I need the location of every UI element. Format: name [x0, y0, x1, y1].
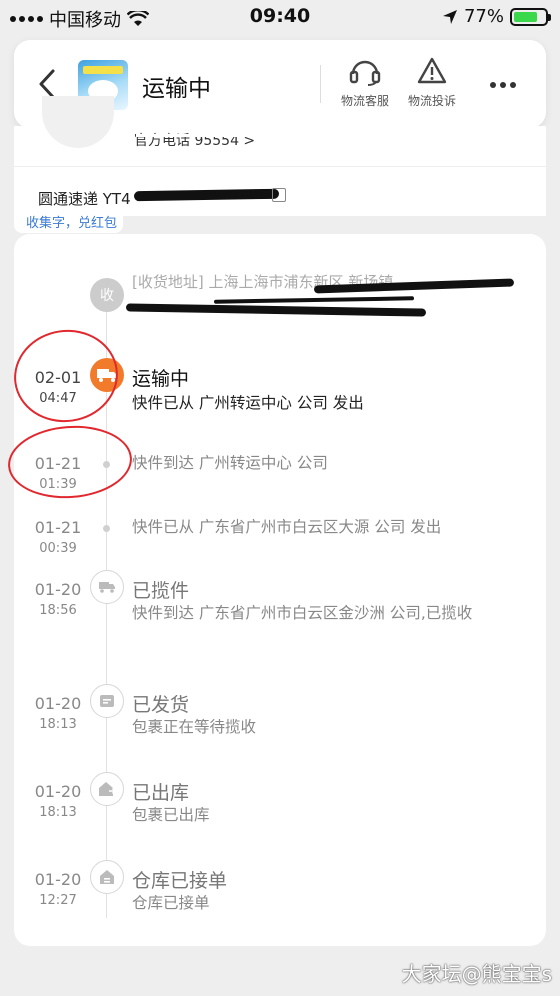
- shipped-icon: [90, 684, 124, 718]
- entry-time: 00:39: [39, 541, 77, 556]
- status-bar: 中国移动 09:40 77%: [0, 0, 560, 34]
- entry-desc: 仓库已接单: [132, 894, 210, 912]
- entry-title: 已揽件: [132, 580, 190, 602]
- header-divider: [320, 65, 321, 103]
- courier-avatar: [42, 96, 114, 148]
- entry-date: 01-20: [34, 870, 82, 889]
- redaction-mark: [213, 296, 415, 304]
- entry-desc: 快件到达 广州转运中心 公司: [132, 454, 328, 472]
- entry-desc: 包裹已出库: [132, 806, 210, 824]
- tracking-number: 圆通速递 YT4: [38, 190, 131, 208]
- entry-time: 18:13: [39, 717, 77, 732]
- entry-time: 18:56: [39, 603, 77, 618]
- entry-time: 18:13: [39, 805, 77, 820]
- entry-title: 运输中: [132, 368, 190, 390]
- logistics-complaint-label: 物流投诉: [407, 94, 456, 108]
- location-arrow-icon: [442, 9, 457, 24]
- entry-title: 已发货: [132, 694, 190, 716]
- timeline-dot: [103, 525, 110, 532]
- entry-time: 12:27: [39, 893, 77, 908]
- entry-date: 01-20: [34, 580, 82, 599]
- warning-icon: [417, 57, 447, 84]
- battery-fill: [514, 11, 538, 22]
- warehouse-order-icon: [90, 860, 124, 894]
- entry-date: 01-20: [34, 782, 82, 801]
- entry-desc: 快件已从 广东省广州市白云区大源 公司 发出: [132, 518, 442, 536]
- warehouse-out-icon: [90, 772, 124, 806]
- battery-percent: 77%: [463, 6, 504, 27]
- logistics-service-button[interactable]: 物流客服: [330, 56, 400, 109]
- courier-phone[interactable]: 官方电话 95554 >: [134, 130, 255, 150]
- address-node: 收: [90, 278, 124, 312]
- redaction-mark: [125, 303, 427, 317]
- divider: [14, 166, 546, 167]
- collect-tag[interactable]: 收集字，兑红包: [14, 212, 124, 233]
- entry-title: 仓库已接单: [132, 870, 228, 892]
- copy-icon[interactable]: [272, 188, 286, 202]
- entry-date: 01-21: [34, 518, 82, 537]
- entry-datetime: 01-20 18:13: [30, 782, 86, 820]
- package-collected-icon: [90, 570, 124, 604]
- page-title: 运输中: [142, 76, 211, 102]
- entry-datetime: 01-20 18:13: [30, 694, 86, 732]
- entry-datetime: 01-20 12:27: [30, 870, 86, 908]
- courier-card: 官方电话 95554 > 圆通速递 YT4: [14, 96, 546, 216]
- headset-icon: [349, 60, 381, 86]
- battery-icon: [510, 7, 551, 26]
- entry-title: 已出库: [132, 782, 190, 804]
- entry-date: 01-20: [34, 694, 82, 713]
- entry-desc: 快件到达 广东省广州市白云区金沙洲 公司,已揽收: [132, 604, 473, 622]
- entry-desc: 快件已从 广州转运中心 公司 发出: [132, 394, 364, 412]
- logistics-complaint-button[interactable]: 物流投诉: [397, 56, 467, 109]
- entry-desc: 包裹正在等待揽收: [132, 718, 257, 736]
- status-right: 77%: [442, 6, 551, 27]
- more-options-icon[interactable]: [490, 82, 516, 88]
- redaction-mark: [133, 188, 280, 202]
- phone-overlap: [136, 134, 256, 137]
- entry-datetime: 01-20 18:56: [30, 580, 86, 618]
- logistics-service-label: 物流客服: [340, 94, 389, 108]
- watermark: 大家坛@熊宝宝s: [401, 962, 552, 986]
- entry-datetime: 01-21 00:39: [30, 518, 86, 556]
